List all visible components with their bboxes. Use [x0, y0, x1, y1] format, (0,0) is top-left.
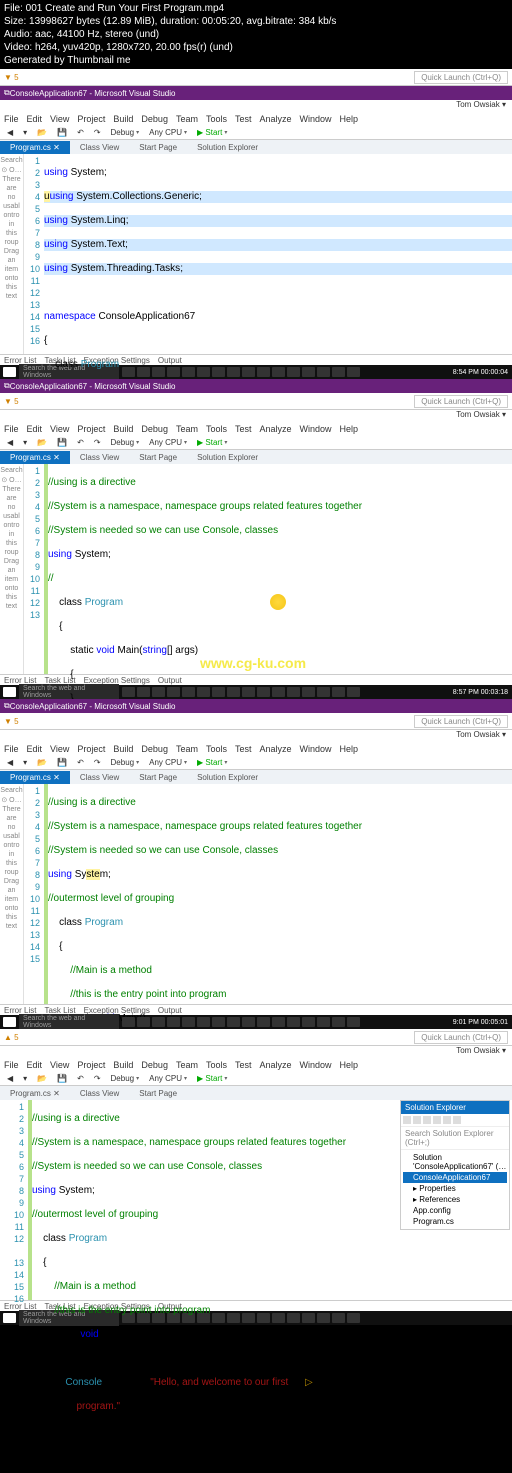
notify-badge[interactable]: ▼ 5: [4, 73, 19, 82]
solexp-search[interactable]: Search Solution Explorer (Ctrl+;): [401, 1127, 509, 1150]
left-toolbox: Search⊙ O…Therearenousablontrointhisroup…: [0, 784, 24, 1004]
solexp-header: Solution Explorer: [401, 1101, 509, 1114]
menu-debug[interactable]: Debug: [141, 114, 168, 124]
line-numbers: 12345678910111213141516: [24, 154, 44, 354]
tabs[interactable]: Program.cs ✕ Class View Start Page Solut…: [0, 450, 512, 464]
line-numbers: 12345678910111213141516: [0, 1100, 28, 1300]
platform-anycpu[interactable]: Any CPU▾: [146, 128, 190, 137]
menu-bar[interactable]: File Edit View Project Build Debug Team Tools Te…: [0, 112, 512, 126]
config-debug[interactable]: Debug▾: [108, 128, 143, 137]
code-editor[interactable]: //using is a directive //System is a nam…: [48, 784, 512, 1004]
menu-help[interactable]: Help: [340, 114, 359, 124]
tab-startpage[interactable]: Start Page: [129, 141, 187, 154]
save-icon[interactable]: 💾: [54, 128, 70, 137]
tab-classview[interactable]: Class View: [70, 141, 129, 154]
line-numbers: 12345678910111213: [24, 464, 44, 674]
tab-solexp[interactable]: Solution Explorer: [187, 141, 268, 154]
undo-icon[interactable]: ↶: [74, 128, 87, 137]
vs-instance-4: ▲ 5Quick Launch (Ctrl+Q) Tom Owsiak ▾ Fi…: [0, 1029, 512, 1325]
menu-bar[interactable]: FileEditViewProjectBuildDebugTeamToolsTe…: [0, 1058, 512, 1072]
menu-bar[interactable]: FileEditViewProjectBuildDebugTeamToolsTe…: [0, 742, 512, 756]
quick-launch[interactable]: Quick Launch (Ctrl+Q): [414, 71, 508, 84]
vs-instance-3: ⧉ConsoleApplication67 - Microsoft Visual…: [0, 699, 512, 1029]
menu-view[interactable]: View: [50, 114, 69, 124]
menu-test[interactable]: Test: [235, 114, 252, 124]
tree-properties[interactable]: ▸ Properties: [403, 1183, 507, 1194]
quick-launch[interactable]: Quick Launch (Ctrl+Q): [414, 395, 508, 408]
menu-build[interactable]: Build: [113, 114, 133, 124]
code-editor[interactable]: //using is a directive //System is a nam…: [48, 464, 512, 674]
windows-icon[interactable]: [3, 367, 16, 377]
back-icon[interactable]: ◀: [4, 128, 16, 137]
titlebar: ⧉ConsoleApplication67 - Microsoft Visual…: [0, 379, 512, 393]
redo-icon[interactable]: ↷: [91, 128, 104, 137]
user-bar[interactable]: Tom Owsiak ▾: [0, 100, 512, 112]
vs-instance-2: ⧉ConsoleApplication67 - Microsoft Visual…: [0, 379, 512, 699]
menu-window[interactable]: Window: [300, 114, 332, 124]
tabs[interactable]: Program.cs ✕ Class View Start Page Solut…: [0, 140, 512, 154]
line-numbers: 123456789101112131415: [24, 784, 44, 1004]
left-toolbox: Search⊙ O…Therearenousablontrointhisroup…: [0, 154, 24, 354]
tab-program[interactable]: Program.cs ✕: [0, 1087, 70, 1100]
menu-project[interactable]: Project: [77, 114, 105, 124]
left-toolbox: Search⊙ O…Therearenousablontrointhisroup…: [0, 464, 24, 674]
vs-instance-1: ▼ 5 Quick Launch (Ctrl+Q) ⧉ConsoleApplica…: [0, 69, 512, 379]
solexp-toolbar[interactable]: [401, 1114, 509, 1127]
tree-programcs[interactable]: Program.cs: [403, 1216, 507, 1227]
video-metadata: File: 001 Create and Run Your First Prog…: [0, 0, 512, 69]
menu-edit[interactable]: Edit: [27, 114, 43, 124]
toolbar[interactable]: ◀ ▾ 📂 💾 ↶ ↷ Debug▾ Any CPU▾ ▶ Start▾: [0, 126, 512, 140]
menu-analyze[interactable]: Analyze: [260, 114, 292, 124]
menu-team[interactable]: Team: [176, 114, 198, 124]
solution-explorer[interactable]: Solution Explorer Search Solution Explor…: [400, 1100, 510, 1230]
menu-bar[interactable]: FileEditViewProjectBuildDebugTeamToolsTe…: [0, 422, 512, 436]
start-button[interactable]: ▶ Start▾: [194, 128, 230, 137]
cursor-highlight: [270, 594, 286, 610]
toolbar[interactable]: ◀▾📂💾↶↷ Debug▾ Any CPU▾ ▶ Start▾: [0, 756, 512, 770]
user-bar[interactable]: Tom Owsiak ▾: [0, 410, 512, 422]
tree-references[interactable]: ▸ References: [403, 1194, 507, 1205]
toolbar[interactable]: ◀▾📂💾↶↷ Debug▾ Any CPU▾ ▶ Start▾: [0, 1072, 512, 1086]
tree-project[interactable]: ConsoleApplication67: [403, 1172, 507, 1183]
tabs[interactable]: Program.cs ✕ Class View Start Page Solut…: [0, 770, 512, 784]
titlebar: ⧉ConsoleApplication67 - Microsoft Visual…: [0, 86, 512, 100]
solexp-tree[interactable]: Solution 'ConsoleApplication67' (… Conso…: [401, 1150, 509, 1229]
toolbar[interactable]: ◀▾📂💾↶↷ Debug▾ Any CPU▾ ▶ Start▾: [0, 436, 512, 450]
new-icon[interactable]: ▾: [20, 128, 30, 137]
tree-appconfig[interactable]: App.config: [403, 1205, 507, 1216]
tree-solution[interactable]: Solution 'ConsoleApplication67' (…: [403, 1152, 507, 1172]
menu-tools[interactable]: Tools: [206, 114, 227, 124]
menu-file[interactable]: File: [4, 114, 19, 124]
open-icon[interactable]: 📂: [34, 128, 50, 137]
code-editor[interactable]: using System; uusing System.Collections.…: [44, 154, 512, 354]
tabs[interactable]: Program.cs ✕ Class View Start Page: [0, 1086, 512, 1100]
tab-program[interactable]: Program.cs ✕: [0, 141, 70, 154]
tab-program[interactable]: Program.cs ✕: [0, 451, 70, 464]
